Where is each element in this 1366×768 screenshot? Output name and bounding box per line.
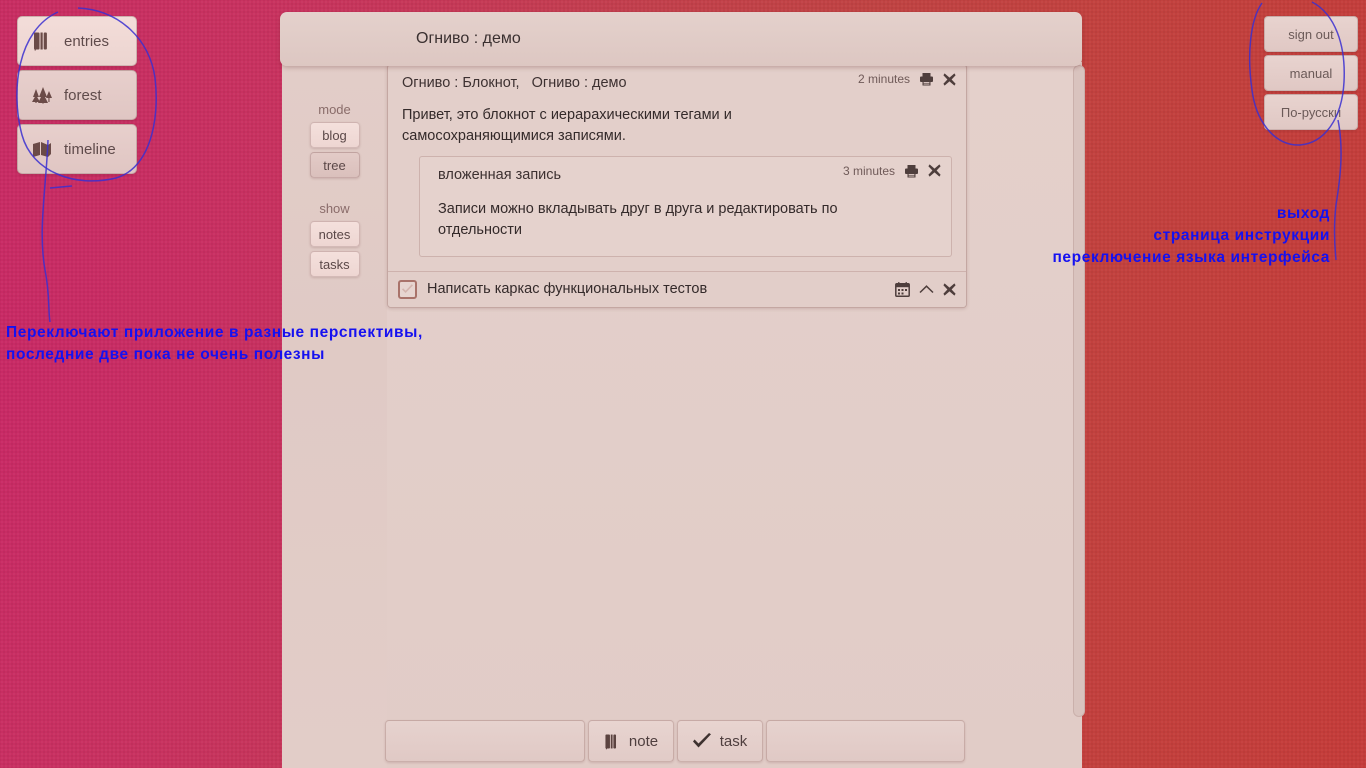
trees-icon — [31, 85, 53, 105]
perspective-nav: entries forest timeline — [17, 16, 137, 174]
view-options-rail: mode blog tree show notes tasks — [282, 62, 387, 768]
account-nav: sign out manual По-русски — [1264, 16, 1358, 130]
task-checkbox[interactable] — [398, 279, 417, 299]
close-icon[interactable] — [928, 164, 941, 178]
nav-item-timeline-label: timeline — [64, 140, 116, 158]
entry-root-body: Привет, это блокнот с иерарахическими те… — [402, 107, 732, 145]
annotation-right-line2: страница инструкции — [1153, 227, 1330, 244]
sign-out-label: sign out — [1288, 26, 1334, 42]
application-window: mode blog tree show notes tasks 2 minute… — [282, 62, 1085, 768]
entry-nested-body: Записи можно вкладывать друг в друга и р… — [438, 200, 838, 239]
entry-root-meta: 2 minutes — [858, 72, 956, 86]
close-icon[interactable] — [943, 72, 956, 86]
calendar-icon[interactable] — [895, 282, 910, 297]
entry-nested-timestamp: 3 minutes — [842, 163, 895, 178]
show-label: show — [319, 201, 350, 216]
show-group: show notes tasks — [282, 201, 387, 277]
printer-icon[interactable] — [919, 72, 934, 86]
task-actions — [895, 282, 956, 297]
annotation-right: выход страница инструкции переключение я… — [1052, 203, 1330, 269]
nav-item-timeline[interactable]: timeline — [17, 124, 137, 174]
new-note-button[interactable]: note — [587, 720, 674, 762]
right-nav-leader — [1333, 119, 1342, 261]
left-nav-tick — [49, 185, 73, 189]
new-note-label: note — [628, 732, 659, 750]
notebook-icon — [603, 733, 621, 750]
language-label: По-русски — [1280, 104, 1342, 120]
show-option-notes[interactable]: notes — [309, 221, 360, 247]
vertical-scrollbar[interactable] — [1073, 65, 1085, 717]
show-option-notes-label: notes — [318, 226, 351, 242]
nav-item-forest-label: forest — [64, 86, 102, 104]
entries-card: 2 minutes Огниво: Блокнот, Огниво: дем… — [387, 64, 967, 308]
window-titlebar: Огниво : демо — [280, 12, 1082, 66]
show-option-tasks-label: tasks — [319, 256, 350, 272]
create-toolbar: note task — [385, 720, 965, 762]
toolbar-spacer-right — [765, 720, 965, 762]
sign-out-button[interactable]: sign out — [1264, 16, 1358, 52]
entry-root[interactable]: 2 minutes Огниво: Блокнот, Огниво: дем… — [388, 65, 966, 272]
annotation-right-line1: выход — [1276, 205, 1330, 222]
nav-item-forest[interactable]: forest — [17, 70, 137, 120]
entry-nested[interactable]: 3 minutes вложенная запись Записи можно … — [419, 155, 952, 257]
entry-root-timestamp: 2 minutes — [857, 72, 910, 86]
new-task-button[interactable]: task — [676, 720, 763, 762]
language-button[interactable]: По-русски — [1264, 94, 1358, 130]
nav-item-entries[interactable]: entries — [17, 16, 137, 66]
mode-option-tree-label: tree — [323, 157, 346, 173]
mode-group: mode blog tree — [282, 102, 387, 178]
task-row[interactable]: Написать каркас функциональных тестов — [388, 271, 966, 307]
nav-item-entries-label: entries — [64, 32, 110, 50]
printer-icon[interactable] — [904, 164, 919, 178]
new-task-label: task — [719, 732, 748, 750]
mode-option-tree[interactable]: tree — [309, 152, 360, 178]
entry-nested-meta: 3 minutes — [843, 164, 941, 178]
close-icon[interactable] — [943, 283, 956, 296]
task-label: Написать каркас функциональных тестов — [427, 281, 708, 298]
mode-option-blog-label: blog — [322, 127, 347, 143]
annotation-right-line3: переключение языка интерфейса — [1052, 249, 1330, 266]
toolbar-spacer-left — [385, 720, 585, 762]
check-icon — [692, 732, 712, 750]
notebook-icon — [31, 31, 53, 51]
mode-option-blog[interactable]: blog — [309, 122, 360, 148]
manual-label: manual — [1289, 65, 1333, 81]
mode-label: mode — [318, 102, 351, 117]
chevron-up-icon[interactable] — [919, 284, 934, 295]
entries-content: 2 minutes Огниво: Блокнот, Огниво: дем… — [387, 62, 1085, 768]
open-book-icon — [31, 139, 53, 159]
manual-button[interactable]: manual — [1264, 55, 1358, 91]
show-option-tasks[interactable]: tasks — [309, 251, 360, 277]
page-title: Огниво : демо — [416, 30, 521, 47]
